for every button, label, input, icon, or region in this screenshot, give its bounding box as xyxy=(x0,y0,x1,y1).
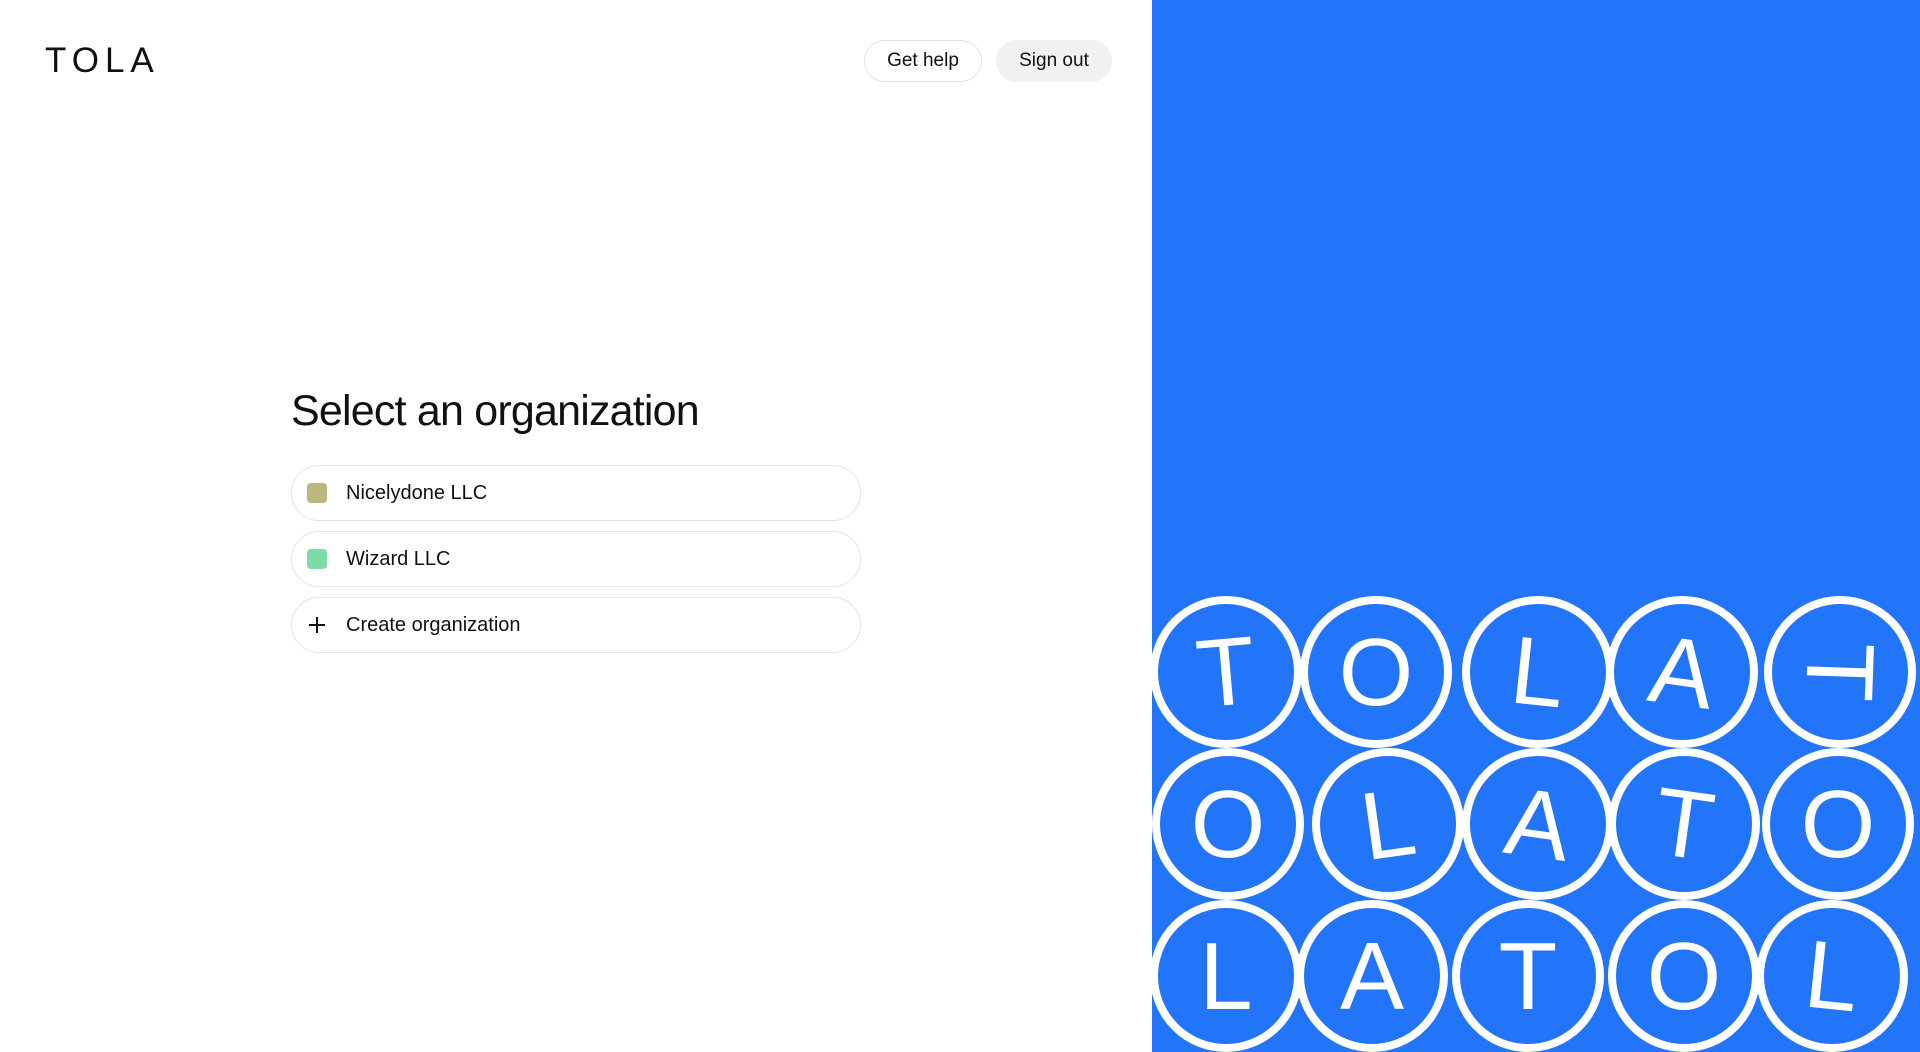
sign-out-button[interactable]: Sign out xyxy=(996,40,1112,82)
pattern-letter: A xyxy=(1643,615,1721,730)
org-color-swatch xyxy=(307,483,327,503)
plus-icon xyxy=(307,615,327,635)
letter-circle: L xyxy=(1152,900,1302,1052)
pattern-letter: L xyxy=(1354,768,1422,881)
get-help-button[interactable]: Get help xyxy=(864,40,982,82)
letter-circle: T xyxy=(1152,596,1302,748)
org-name: Wizard LLC xyxy=(346,547,451,570)
pattern-letter: T xyxy=(1785,641,1894,703)
page: TOLA Get help Sign out Select an organiz… xyxy=(0,0,1920,1052)
letter-circle: L xyxy=(1462,596,1614,748)
org-item-nicelydone[interactable]: Nicelydone LLC xyxy=(291,465,861,521)
pattern-letter: T xyxy=(1647,767,1720,881)
pattern-letter: T xyxy=(1499,923,1558,1030)
org-item-wizard[interactable]: Wizard LLC xyxy=(291,531,861,587)
left-pane: TOLA Get help Sign out Select an organiz… xyxy=(0,0,1152,1052)
pattern-letter: O xyxy=(1191,771,1266,878)
letter-circle: T xyxy=(1452,900,1604,1052)
letter-circle: O xyxy=(1152,748,1304,900)
page-title: Select an organization xyxy=(291,387,700,435)
letter-circle: T xyxy=(1608,748,1760,900)
pattern-letter: A xyxy=(1340,923,1404,1030)
org-name: Nicelydone LLC xyxy=(346,481,488,504)
letter-circle: O xyxy=(1608,900,1760,1052)
pattern-letter: O xyxy=(1647,923,1722,1030)
create-organization-label: Create organization xyxy=(346,613,521,636)
organization-list: Nicelydone LLC Wizard LLC Create organiz… xyxy=(291,465,861,653)
letter-circle: A xyxy=(1296,900,1448,1052)
create-organization-button[interactable]: Create organization xyxy=(291,597,861,653)
letter-circle: A xyxy=(1462,748,1614,900)
letter-circle: O xyxy=(1300,596,1452,748)
letter-circle: O xyxy=(1762,748,1914,900)
org-selector: Select an organization Nicelydone LLC Wi… xyxy=(291,385,861,653)
tola-logo[interactable]: TOLA xyxy=(45,40,160,82)
letter-circle: A xyxy=(1606,596,1758,748)
pattern-letter: O xyxy=(1801,771,1876,878)
org-color-swatch xyxy=(307,549,327,569)
pattern-letter: L xyxy=(1199,923,1252,1030)
pattern-letter: L xyxy=(1506,616,1570,728)
letter-circle: L xyxy=(1312,748,1464,900)
tola-letter-pattern: T O L A TO L A T OL A T O L xyxy=(1152,596,1916,1052)
pattern-letter: O xyxy=(1339,619,1414,726)
pattern-letter: T xyxy=(1192,617,1260,729)
brand-panel: TOLATOLATOLATOL xyxy=(1152,0,1920,1052)
header-actions: Get help Sign out xyxy=(864,40,1112,82)
letter-circle: L xyxy=(1756,900,1908,1052)
letter-circle: T xyxy=(1764,596,1916,748)
pattern-letter: A xyxy=(1499,767,1577,882)
pattern-letter: L xyxy=(1800,920,1864,1032)
